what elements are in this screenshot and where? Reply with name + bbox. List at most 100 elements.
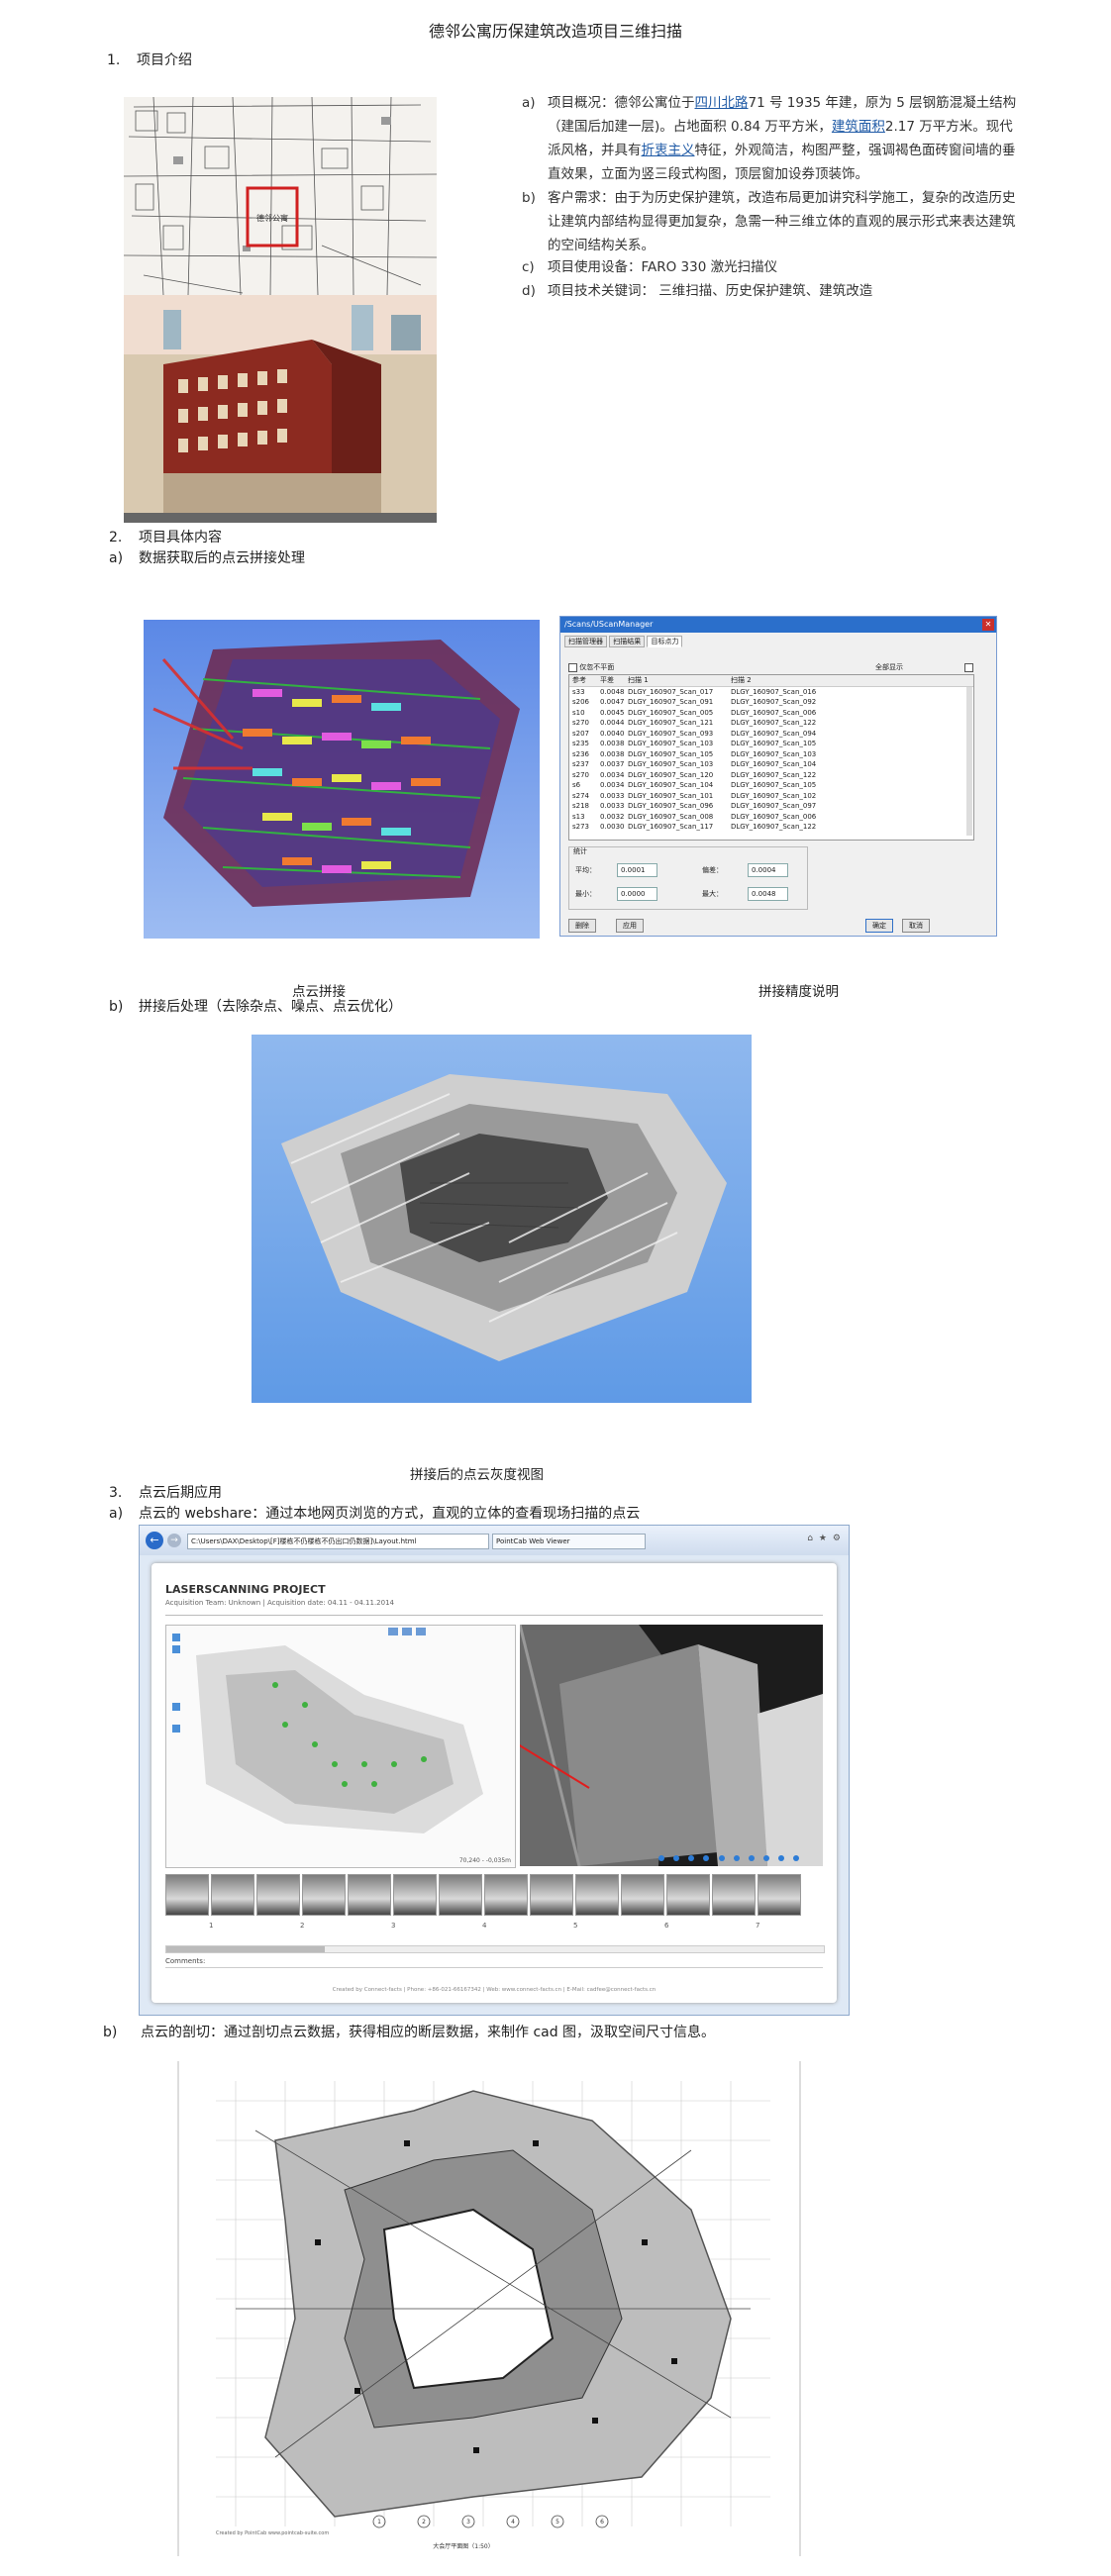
table-row[interactable]: s6 0.0034 DLGY_160907_Scan_104 DLGY_160907_… — [569, 780, 973, 791]
table-row[interactable]: s218 0.0033 DLGY_160907_Scan_096 DLGY_16090… — [569, 801, 973, 812]
table-row[interactable]: s274 0.0033 DLGY_160907_Scan_101 DLGY_16090… — [569, 791, 973, 802]
settings-gear-icon[interactable]: ⚙ — [833, 1534, 841, 1543]
thumbnail-scrollbar[interactable] — [165, 1945, 825, 1953]
table-cell: DLGY_160907_Scan_117 — [628, 823, 714, 831]
section2-b-text: 拼接后处理（去除杂点、噪点、点云优化） — [139, 999, 402, 1015]
col-scan2: 扫描 2 — [731, 676, 752, 684]
table-row[interactable]: s33 0.0048 DLGY_160907_Scan_017 DLGY_160907… — [569, 687, 973, 698]
tab-target-force[interactable]: 目标点力 — [647, 636, 683, 647]
table-cell: DLGY_160907_Scan_093 — [628, 729, 714, 738]
section1-item-a: a) 项目概况：德邻公寓位于四川北路71 号 1935 年建，原为 5 层钢筋混… — [522, 91, 1017, 186]
table-cell: 0.0032 — [600, 812, 625, 821]
home-icon[interactable]: ⌂ — [807, 1534, 813, 1543]
layer-icon[interactable] — [172, 1703, 180, 1711]
registration-graphic — [144, 620, 540, 939]
pano-control-icon[interactable] — [658, 1855, 664, 1861]
table-row[interactable]: s207 0.0040 DLGY_160907_Scan_093 DLGY_16090… — [569, 729, 973, 740]
table-row[interactable]: s235 0.0038 DLGY_160907_Scan_103 DLGY_16090… — [569, 739, 973, 749]
forward-button-icon[interactable]: → — [167, 1534, 181, 1547]
table-cell: 0.0047 — [600, 698, 625, 706]
avg-field[interactable]: 0.0001 — [617, 863, 657, 877]
thumbnail[interactable] — [165, 1874, 209, 1916]
thumbnail[interactable] — [439, 1874, 482, 1916]
thumbnail[interactable] — [666, 1874, 710, 1916]
cad-section-drawing: 1 2 3 4 5 6 Created by PointCab www.poin… — [176, 2061, 802, 2556]
section3-a-text: 点云的 webshare：通过本地网页浏览的方式，直观的立体的查看现场扫描的点云 — [139, 1506, 641, 1522]
browser-tab[interactable]: PointCab Web Viewer — [492, 1534, 646, 1549]
pano-control-icon[interactable] — [733, 1855, 740, 1861]
thumbnail[interactable] — [530, 1874, 573, 1916]
show-all-checkbox[interactable] — [964, 662, 974, 672]
table-cell: DLGY_160907_Scan_122 — [731, 770, 817, 779]
cancel-button[interactable]: 取消 — [902, 919, 930, 933]
pano-control-icon[interactable] — [748, 1855, 755, 1861]
delete-button[interactable]: 删除 — [568, 919, 596, 933]
toolbar-button-3-icon[interactable] — [416, 1628, 426, 1635]
thumbnail[interactable] — [348, 1874, 391, 1916]
table-cell: DLGY_160907_Scan_006 — [731, 708, 817, 717]
table-row[interactable]: s270 0.0044 DLGY_160907_Scan_121 DLGY_16090… — [569, 718, 973, 729]
table-row[interactable]: s13 0.0032 DLGY_160907_Scan_008 DLGY_160907… — [569, 812, 973, 823]
table-cell: s235 — [572, 740, 590, 747]
panorama-pane[interactable] — [520, 1625, 823, 1866]
cad-stamp: Created by PointCab www.pointcab-suite.c… — [216, 2530, 329, 2536]
dev-field[interactable]: 0.0004 — [748, 863, 788, 877]
toolbar-button-1-icon[interactable] — [388, 1628, 398, 1635]
link-sichuan-road[interactable]: 四川北路 — [695, 95, 749, 111]
table-row[interactable]: s10 0.0045 DLGY_160907_Scan_005 DLGY_160907… — [569, 708, 973, 719]
thumbnail-number: 2 — [300, 1922, 305, 1930]
apply-button[interactable]: 应用 — [616, 919, 644, 933]
table-cell: DLGY_160907_Scan_096 — [628, 802, 714, 810]
table-row[interactable]: s236 0.0038 DLGY_160907_Scan_105 DLGY_16090… — [569, 749, 973, 760]
close-icon[interactable]: ✕ — [982, 619, 994, 631]
thumbnail[interactable] — [484, 1874, 528, 1916]
link-eclecticism[interactable]: 折衷主义 — [642, 143, 695, 158]
section3-heading: 3. 点云后期应用 — [109, 1482, 222, 1502]
zoom-out-icon[interactable] — [172, 1645, 180, 1653]
tab-scan-manager[interactable]: 扫描管理器 — [564, 636, 607, 647]
thumbnail[interactable] — [211, 1874, 254, 1916]
map-label: 德邻公寓 — [256, 213, 288, 223]
scrollbar-thumb[interactable] — [166, 1946, 325, 1952]
map-pane[interactable]: 70,240 - -0,035m — [165, 1625, 516, 1868]
table-scrollbar[interactable] — [966, 687, 972, 836]
thumbnail[interactable] — [302, 1874, 346, 1916]
thumbnail[interactable] — [393, 1874, 437, 1916]
table-row[interactable]: s237 0.0037 DLGY_160907_Scan_103 DLGY_16090… — [569, 759, 973, 770]
viewer-page: LASERSCANNING PROJECT Acquisition Team: … — [152, 1563, 837, 2003]
toolbar-button-2-icon[interactable] — [402, 1628, 412, 1635]
ok-button[interactable]: 确定 — [865, 919, 893, 933]
section3-b-label: b) — [103, 2025, 118, 2040]
link-floor-area[interactable]: 建筑面积 — [832, 119, 885, 135]
zoom-in-icon[interactable] — [172, 1634, 180, 1641]
section3-a: a) 点云的 webshare：通过本地网页浏览的方式，直观的立体的查看现场扫描的… — [109, 1503, 640, 1523]
thumbnail-number: 7 — [756, 1922, 760, 1930]
back-button-icon[interactable]: ← — [146, 1532, 163, 1549]
axis-label: 1 — [377, 2519, 381, 2526]
thumbnail[interactable] — [575, 1874, 619, 1916]
webshare-browser-window: ← → C:\Users\DAX\Desktop\[F]楼栋不仍楼栋不仍出口仍数… — [139, 1525, 850, 2016]
measure-icon[interactable] — [172, 1725, 180, 1733]
thumbnail[interactable] — [758, 1874, 801, 1916]
table-cell: s206 — [572, 698, 590, 706]
building-photo: 德邻公寓 — [124, 97, 437, 523]
tab-scan-results[interactable]: 扫描结果 — [609, 636, 646, 647]
max-field[interactable]: 0.0048 — [748, 887, 788, 901]
thumbnail[interactable] — [256, 1874, 300, 1916]
results-table: 参考 平差 扫描 1 扫描 2 s33 0.0048 DLGY_160907_Scan_0… — [568, 674, 974, 841]
address-bar[interactable]: C:\Users\DAX\Desktop\[F]楼栋不仍楼栋不仍出口仍数据]\L… — [187, 1534, 489, 1549]
pano-control-icon[interactable] — [718, 1855, 725, 1861]
flat-only-checkbox[interactable] — [568, 662, 577, 672]
pano-control-icon[interactable] — [762, 1855, 769, 1861]
table-row[interactable]: s273 0.0030 DLGY_160907_Scan_117 DLGY_16090… — [569, 822, 973, 833]
thumbnail[interactable] — [621, 1874, 664, 1916]
thumbnail[interactable] — [712, 1874, 756, 1916]
table-row[interactable]: s206 0.0047 DLGY_160907_Scan_091 DLGY_16090… — [569, 697, 973, 708]
table-cell: DLGY_160907_Scan_101 — [628, 791, 714, 800]
favorites-icon[interactable]: ★ — [819, 1534, 827, 1543]
table-cell: DLGY_160907_Scan_104 — [731, 760, 817, 768]
table-row[interactable]: s270 0.0034 DLGY_160907_Scan_120 DLGY_16090… — [569, 770, 973, 781]
map-and-photo-graphic: 德邻公寓 — [124, 97, 437, 523]
min-field[interactable]: 0.0000 — [617, 887, 657, 901]
avg-label: 平均： — [575, 866, 596, 874]
